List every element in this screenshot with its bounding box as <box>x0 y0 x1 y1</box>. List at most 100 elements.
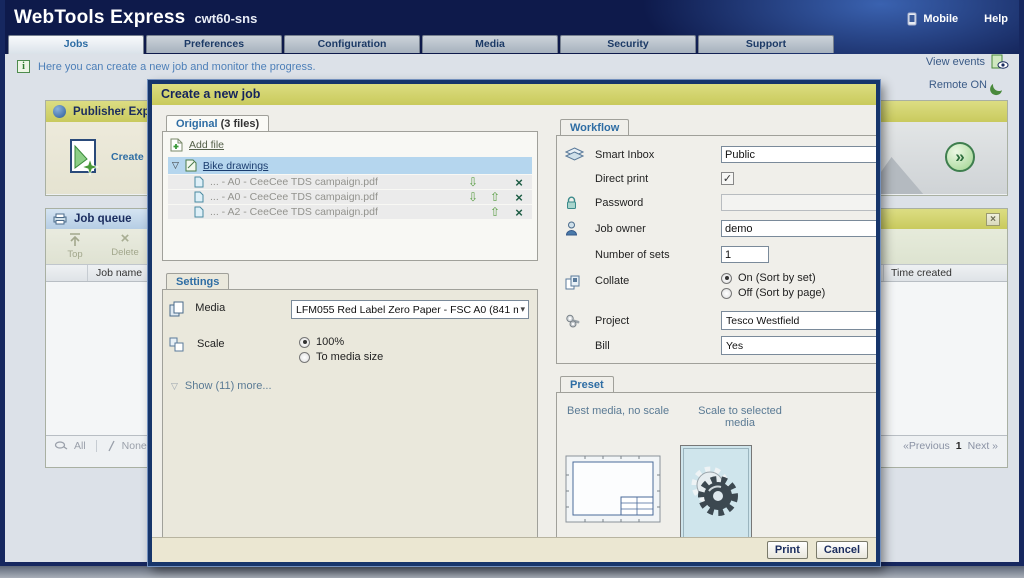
password-input <box>721 194 876 211</box>
mobile-link[interactable]: Mobile <box>906 12 958 26</box>
project-label: Project <box>595 315 707 327</box>
move-top-icon <box>67 232 83 248</box>
collate-off-option[interactable]: Off (Sort by page) <box>721 287 825 299</box>
preset-scale-to-media-thumbnail[interactable] <box>680 445 752 537</box>
smart-inbox-icon <box>565 147 584 162</box>
cancel-button[interactable]: Cancel <box>816 541 868 559</box>
move-up-icon[interactable]: ⇧ <box>484 190 506 204</box>
mobile-icon <box>906 12 918 26</box>
password-label: Password <box>595 197 707 209</box>
add-file-icon <box>170 138 183 152</box>
dialog-title: Create a new job <box>152 84 876 105</box>
time-created-column-header[interactable]: Time created <box>883 265 952 281</box>
workflow-section-tab[interactable]: Workflow <box>560 119 629 135</box>
tab-media[interactable]: Media <box>422 35 558 53</box>
delete-button[interactable]: × Delete <box>102 232 148 258</box>
file-count: (3 files) <box>221 118 260 130</box>
original-file-list: Add file ▽ Bike drawings ... - A0 - CeeC… <box>162 131 538 261</box>
preset-option2-label: Scale to selected media <box>692 405 788 429</box>
job-owner-input[interactable] <box>721 220 876 237</box>
show-more-link[interactable]: ▽ Show (11) more... <box>171 380 529 392</box>
view-events-icon <box>991 54 1009 70</box>
current-page-number: 1 <box>956 440 962 452</box>
file-row[interactable]: ... - A0 - CeeCee TDS campaign.pdf ⇩ × <box>168 175 532 189</box>
app-title: WebTools Express <box>14 7 185 28</box>
remove-file-icon[interactable]: × <box>506 205 532 220</box>
group-name-link[interactable]: Bike drawings <box>203 160 268 172</box>
dialog-footer: Print Cancel <box>152 537 876 562</box>
preset-section-tab[interactable]: Preset <box>560 376 614 392</box>
tab-jobs[interactable]: Jobs <box>8 35 144 54</box>
dropdown-arrow-icon: ▾ <box>518 304 525 315</box>
number-of-sets-label: Number of sets <box>595 249 707 261</box>
file-document-icon <box>194 206 204 218</box>
radio-icon[interactable] <box>721 288 732 299</box>
original-section-tab[interactable]: Original (3 files) <box>166 115 269 131</box>
next-page-link[interactable]: Next » <box>968 440 998 452</box>
help-link[interactable]: Help <box>984 13 1008 25</box>
radio-icon[interactable] <box>299 352 310 363</box>
direct-print-checkbox[interactable]: ✓ <box>721 172 734 185</box>
go-chevron-button[interactable]: » <box>945 142 975 172</box>
media-select[interactable]: LFM055 Red Label Zero Paper - FSC A0 (84… <box>291 300 529 319</box>
job-owner-icon <box>565 221 578 236</box>
file-document-icon <box>194 191 204 203</box>
file-group-row[interactable]: ▽ Bike drawings <box>168 157 532 174</box>
workflow-section: Smart Inbox Direct print ✓ <box>556 135 876 364</box>
create-job-icon <box>62 135 102 179</box>
app-brand: WebTools Expresscwt60-sns <box>14 7 257 29</box>
file-document-icon <box>194 176 204 188</box>
settings-section-tab[interactable]: Settings <box>166 273 229 289</box>
scale-to-media-option[interactable]: To media size <box>299 351 383 363</box>
select-none-link[interactable]: None <box>122 440 147 452</box>
move-down-icon[interactable]: ⇩ <box>462 190 484 204</box>
radio-icon[interactable] <box>721 273 732 284</box>
select-all-link[interactable]: All <box>74 440 86 452</box>
group-document-icon <box>185 159 197 172</box>
tab-security[interactable]: Security <box>560 35 696 53</box>
printer-icon <box>53 213 67 225</box>
select-all-icon <box>54 440 68 451</box>
select-none-icon <box>107 440 116 452</box>
info-icon: i <box>17 60 30 73</box>
remote-on-toggle[interactable]: Remote ON <box>929 79 1009 91</box>
remote-crescent-icon <box>991 77 1006 92</box>
print-button[interactable]: Print <box>767 541 808 559</box>
smart-inbox-input[interactable] <box>721 146 876 163</box>
media-icon <box>169 301 185 317</box>
add-file-link[interactable]: Add file <box>168 135 532 157</box>
previous-page-link[interactable]: «Previous <box>903 440 950 452</box>
tab-configuration[interactable]: Configuration <box>284 35 420 53</box>
move-up-icon[interactable]: ⇧ <box>484 205 506 219</box>
bill-select[interactable]: Yes ▾ <box>721 336 876 355</box>
view-events-link[interactable]: View events <box>926 54 1009 70</box>
collapse-triangle-icon[interactable]: ▽ <box>172 160 179 171</box>
move-down-icon[interactable]: ⇩ <box>462 175 484 189</box>
number-of-sets-input[interactable] <box>721 246 769 263</box>
close-panel-button[interactable]: × <box>986 213 1000 226</box>
tab-support[interactable]: Support <box>698 35 834 53</box>
preset-option1-label: Best media, no scale <box>567 405 669 417</box>
top-button[interactable]: Top <box>52 232 98 260</box>
info-message: Here you can create a new job and monito… <box>38 61 316 73</box>
tab-preferences[interactable]: Preferences <box>146 35 282 53</box>
main-tabs: Jobs Preferences Configuration Media Sec… <box>8 35 834 54</box>
preset-best-media-thumbnail[interactable] <box>565 455 661 528</box>
publisher-banner-image: » <box>880 122 1007 194</box>
file-row[interactable]: ... - A0 - CeeCee TDS campaign.pdf ⇩ ⇧ × <box>168 190 532 204</box>
project-select[interactable]: Tesco Westfield ▾ <box>721 311 876 330</box>
selection-column <box>46 265 88 281</box>
settings-section: Media LFM055 Red Label Zero Paper - FSC … <box>162 289 538 537</box>
collate-on-option[interactable]: On (Sort by set) <box>721 272 825 284</box>
remove-file-icon[interactable]: × <box>506 175 532 190</box>
scale-100-option[interactable]: 100% <box>299 336 383 348</box>
expand-triangle-icon: ▽ <box>171 381 178 392</box>
file-row[interactable]: ... - A2 - CeeCee TDS campaign.pdf ⇧ × <box>168 205 532 219</box>
file-name: ... - A0 - CeeCee TDS campaign.pdf <box>210 176 378 188</box>
collate-icon <box>565 275 582 290</box>
password-lock-icon <box>565 196 578 210</box>
job-name-column-header[interactable]: Job name <box>88 267 142 279</box>
radio-icon[interactable] <box>299 337 310 348</box>
remove-file-icon[interactable]: × <box>506 190 532 205</box>
gear-image <box>685 461 747 525</box>
